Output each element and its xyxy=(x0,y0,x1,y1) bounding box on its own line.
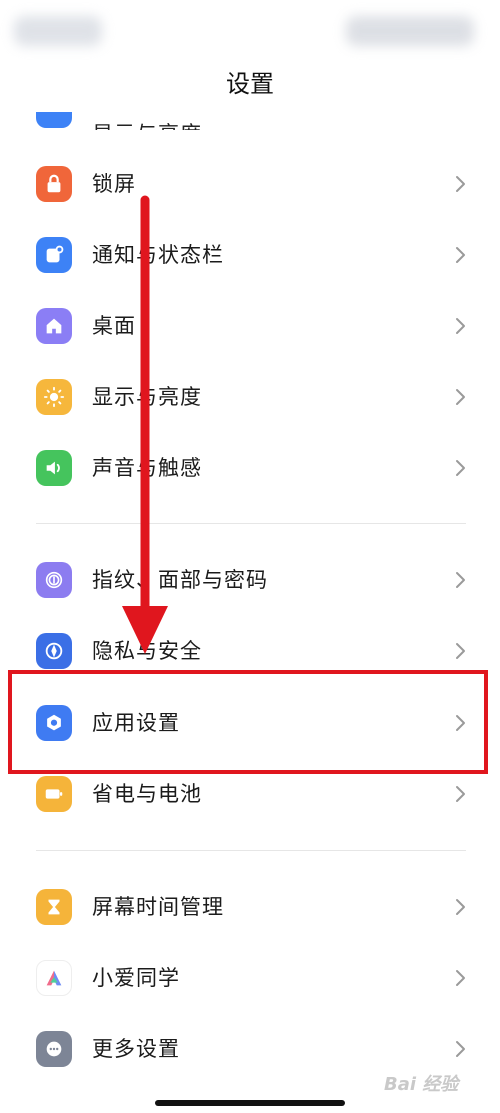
speaker-icon xyxy=(36,450,72,486)
settings-item-label: 桌面 xyxy=(92,314,136,338)
status-bar-right xyxy=(346,16,474,46)
watermark: Bai 经验 xyxy=(384,1074,459,1095)
settings-item-sound[interactable]: 声音与触感 xyxy=(0,432,500,504)
chevron-right-icon xyxy=(448,1037,472,1061)
settings-item-label: 通知与状态栏 xyxy=(92,243,224,267)
settings-item-fingerprint[interactable]: 指纹、面部与密码 xyxy=(0,544,500,616)
settings-item-display[interactable]: 显示与亮度 xyxy=(0,361,500,433)
fingerprint-icon xyxy=(36,562,72,598)
settings-item-label: 锁屏 xyxy=(92,172,136,196)
partial-icon xyxy=(36,112,72,128)
chevron-right-icon xyxy=(448,456,472,480)
home-icon xyxy=(36,308,72,344)
chevron-right-icon xyxy=(448,385,472,409)
more-icon xyxy=(36,1031,72,1067)
chevron-right-icon xyxy=(448,966,472,990)
settings-item-screen-time[interactable]: 屏幕时间管理 xyxy=(0,871,500,943)
chevron-right-icon xyxy=(448,172,472,196)
settings-item-label: 声音与触感 xyxy=(92,456,202,480)
settings-item-label: 小爱同学 xyxy=(92,966,180,990)
chevron-right-icon xyxy=(448,782,472,806)
chevron-right-icon xyxy=(448,895,472,919)
settings-item-label: 屏幕时间管理 xyxy=(92,895,224,919)
chevron-right-icon xyxy=(448,568,472,592)
settings-item-xiaoai[interactable]: 小爱同学 xyxy=(0,942,500,1014)
settings-item-label: 指纹、面部与密码 xyxy=(92,568,268,592)
chevron-right-icon xyxy=(448,243,472,267)
privacy-icon xyxy=(36,633,72,669)
sun-icon xyxy=(36,379,72,415)
highlight-box xyxy=(8,670,488,774)
settings-item-lock-screen[interactable]: 锁屏 xyxy=(0,148,500,220)
settings-item-label: 显示与亮度 xyxy=(92,385,202,409)
partial-item-label: 显示与亮度 xyxy=(92,112,202,130)
battery-icon xyxy=(36,776,72,812)
chevron-right-icon xyxy=(448,314,472,338)
settings-item-label: 更多设置 xyxy=(92,1037,180,1061)
settings-item-desktop[interactable]: 桌面 xyxy=(0,290,500,362)
page-title: 设置 xyxy=(226,70,274,98)
home-indicator[interactable] xyxy=(155,1100,345,1106)
hourglass-icon xyxy=(36,889,72,925)
status-bar-left xyxy=(14,16,102,46)
settings-item-notifications[interactable]: 通知与状态栏 xyxy=(0,219,500,291)
lock-icon xyxy=(36,166,72,202)
settings-item-partial[interactable]: 显示与亮度 xyxy=(0,112,500,130)
section-divider xyxy=(36,850,466,851)
xiaoai-icon xyxy=(36,960,72,996)
section-divider xyxy=(36,523,466,524)
chevron-right-icon xyxy=(448,639,472,663)
notification-icon xyxy=(36,237,72,273)
